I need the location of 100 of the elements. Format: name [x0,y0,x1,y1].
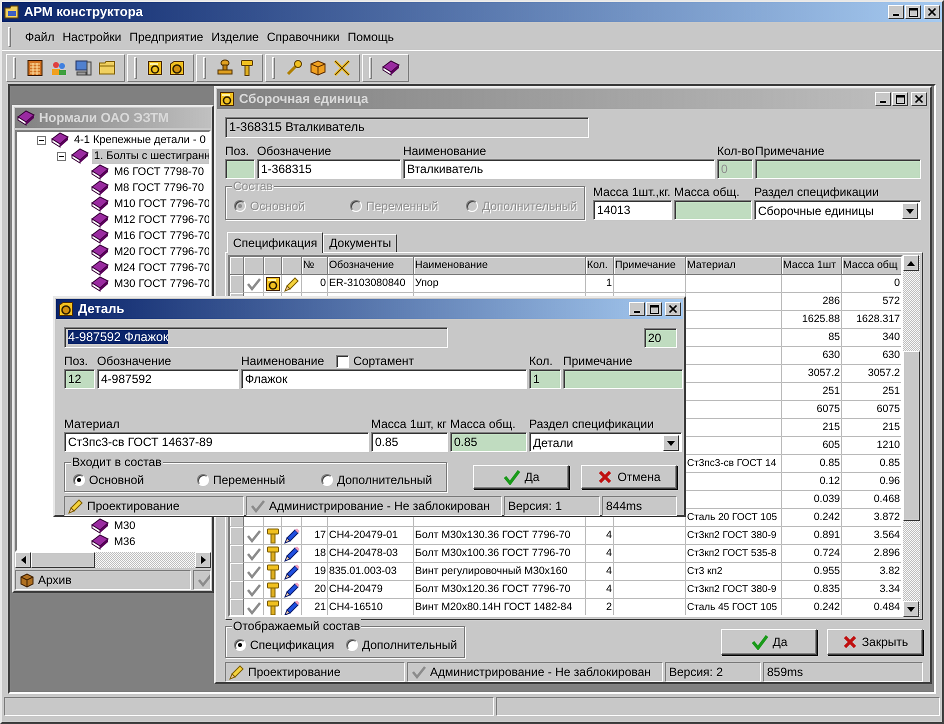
radio-label[interactable]: Переменный [213,472,286,488]
assembly-icon[interactable] [147,60,163,76]
radio-label[interactable]: Спецификация [250,638,334,652]
pencil-icon [284,546,300,562]
radio-button[interactable] [73,474,85,486]
calculator-icon[interactable] [26,58,44,76]
wrench-icon[interactable] [285,58,303,76]
horizontal-scrollbar[interactable] [15,552,211,568]
close-button[interactable] [924,5,940,19]
vertical-scrollbar[interactable] [903,255,920,617]
scroll-right-icon[interactable] [200,556,206,564]
minimize-button[interactable] [888,5,904,19]
tab[interactable]: Спецификация [227,232,324,253]
text-field[interactable]: Ст3пс3-св ГОСТ 14637-89 [64,432,369,452]
text-field[interactable] [755,159,921,179]
column-header[interactable] [244,257,264,275]
text-field[interactable]: 1-368315 [257,159,401,179]
minimize-button[interactable] [629,302,645,316]
menu-item[interactable]: Помощь [344,28,398,46]
ok-button[interactable]: Да [473,465,569,489]
tree-item[interactable]: М6 ГОСТ 7798-70 [112,164,206,180]
table-cell: 0.242 [782,599,842,615]
stamp-icon[interactable] [216,58,234,76]
text-field[interactable]: 14013 [593,200,672,220]
text-field[interactable]: Флажок [241,369,527,389]
menu-item[interactable]: Предприятие [125,28,208,46]
menu-item[interactable]: Настройки [58,28,126,46]
collapse-icon[interactable] [37,136,46,144]
menu-item[interactable]: Справочники [262,28,344,46]
column-header[interactable]: Обозначение [328,257,414,275]
dropdown-field[interactable]: Детали [529,432,682,452]
dropdown-field[interactable]: Сборочные единицы [754,200,921,220]
text-field[interactable]: 12 [64,369,95,389]
computer-icon[interactable] [74,58,92,76]
collapse-icon[interactable] [57,152,66,160]
tree-item[interactable]: М36 [112,534,138,550]
menu-item[interactable]: Файл [21,28,59,46]
tree-item[interactable]: М8 ГОСТ 7796-70 [112,180,206,196]
column-header[interactable] [230,257,244,275]
radio-label[interactable]: Дополнительный [337,472,432,488]
scroll-down-icon[interactable] [907,606,916,612]
radio-button[interactable] [346,638,358,651]
text-field[interactable]: 0.85 [450,432,527,452]
column-header[interactable]: Примечание [614,257,686,275]
tab[interactable]: Документы [323,234,398,252]
book-icon[interactable] [382,60,400,76]
column-header[interactable] [264,257,282,275]
text-field[interactable]: 0.85 [371,432,448,452]
maximize-icon [896,94,904,104]
text-field[interactable]: 4-987592 [97,369,239,389]
table-cell: 6075 [842,401,902,419]
text-field[interactable]: 1 [529,369,561,389]
scroll-up-icon[interactable] [907,260,916,266]
close-button[interactable] [911,92,927,106]
field-label: Примечание [563,354,632,368]
tools-icon[interactable] [333,58,351,76]
table-cell: 0 [842,275,902,293]
maximize-button[interactable] [905,5,921,19]
field-label: Кол. [529,354,553,368]
text-field[interactable]: Вталкиватель [403,159,715,179]
menu-item[interactable]: Изделие [207,28,263,46]
radio-button[interactable] [197,474,209,486]
minimize-button[interactable] [875,92,891,106]
check-icon [197,572,210,588]
column-header[interactable]: № [302,257,328,275]
column-header[interactable]: Масса общ [842,257,902,275]
column-header[interactable]: Кол. [586,257,614,275]
table-cell: 0.468 [842,491,902,509]
scroll-left-icon[interactable] [20,556,26,564]
radio-button[interactable] [234,638,246,651]
part-icon[interactable] [169,60,185,76]
maximize-button[interactable] [892,92,908,106]
checkbox[interactable] [336,354,350,368]
radio-label[interactable]: Основной [89,472,144,488]
close-button[interactable] [665,302,681,316]
radio-button[interactable] [321,474,333,486]
column-header[interactable]: Наименование [414,257,586,275]
cancel-button[interactable]: Отмена [581,465,677,489]
cancel-button[interactable]: Закрыть [827,629,923,655]
column-header[interactable]: Материал [686,257,782,275]
text-field[interactable] [225,159,255,179]
folder-icon[interactable] [98,58,116,76]
tree-item[interactable]: М30 [112,518,138,534]
radio-label[interactable]: Дополнительный [362,638,458,652]
checkbox-label[interactable]: Сортамент [353,354,414,368]
box-icon[interactable] [309,58,327,76]
maximize-icon [650,304,658,314]
column-header[interactable]: Масса 1шт [782,257,842,275]
close-icon [915,95,923,103]
table-cell: 3.564 [842,527,902,545]
ok-button[interactable]: Да [721,629,817,655]
table-cell: СН4-16510 [328,599,414,615]
text-field[interactable] [674,200,752,220]
bolt-icon[interactable] [240,58,254,76]
table-cell: 85 [782,329,842,347]
column-header[interactable] [282,257,302,275]
text-field[interactable] [563,369,683,389]
tree-item[interactable]: 4-1 Крепежные детали - 0 [72,132,208,148]
text-field[interactable]: 20 [644,328,677,348]
maximize-button[interactable] [646,302,662,316]
